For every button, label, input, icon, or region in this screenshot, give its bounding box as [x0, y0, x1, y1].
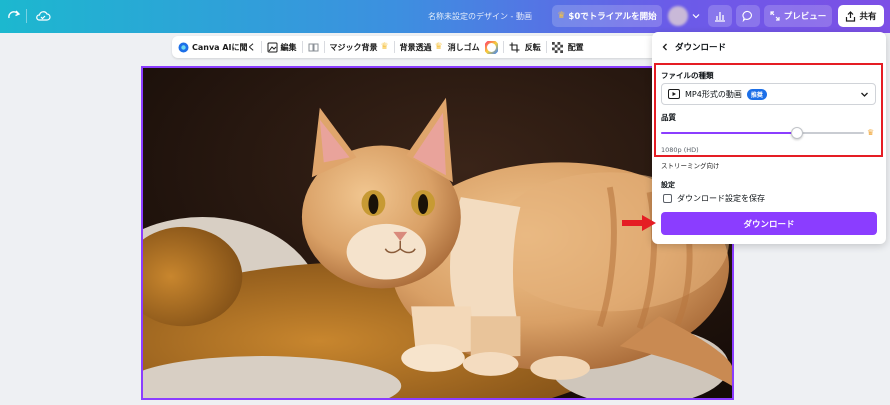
- recommended-badge: 推奨: [746, 88, 767, 100]
- ask-canva-ai-button[interactable]: Canva AIに聞く: [178, 42, 256, 53]
- insights-button[interactable]: [708, 5, 732, 27]
- flip-label: 反転: [524, 42, 541, 52]
- save-settings-checkbox[interactable]: [663, 194, 672, 203]
- download-panel-header[interactable]: ダウンロード: [661, 41, 726, 53]
- divider: [301, 41, 303, 53]
- start-trial-button[interactable]: ♛ $0でトライアルを開始: [552, 5, 662, 27]
- divider: [260, 41, 262, 53]
- fullscreen-icon: [770, 11, 780, 21]
- divider: [502, 41, 504, 53]
- ask-canva-ai-label: Canva AIに聞く: [192, 42, 256, 52]
- comment-button[interactable]: [736, 5, 760, 27]
- divider: [545, 41, 547, 53]
- crown-icon: ♛: [434, 42, 443, 52]
- transparency-button[interactable]: [551, 41, 563, 53]
- save-settings-option[interactable]: ダウンロード設定を保存: [663, 193, 765, 204]
- trial-label: $0でトライアルを開始: [568, 12, 657, 22]
- magic-background-label: マジック背景: [329, 42, 378, 52]
- crown-icon: ♛: [867, 128, 875, 137]
- crown-icon: ♛: [557, 11, 566, 21]
- quality-hint: ストリーミング向け: [661, 162, 720, 170]
- video-file-icon: [668, 89, 680, 99]
- flip-toggle-button[interactable]: [308, 42, 319, 53]
- divider: [393, 41, 395, 53]
- chevron-down-icon: [861, 92, 868, 97]
- file-type-label: ファイルの種類: [661, 71, 714, 80]
- file-type-value: MP4形式の動画: [685, 89, 742, 99]
- cat-photo[interactable]: [143, 68, 732, 400]
- crop-button[interactable]: [509, 42, 520, 53]
- color-wheel-icon: [484, 40, 498, 54]
- file-type-select[interactable]: MP4形式の動画 推奨: [661, 83, 876, 105]
- settings-label: 設定: [661, 181, 675, 189]
- background-remover-label: 背景透過: [399, 42, 432, 52]
- preview-label: プレビュー: [783, 12, 827, 22]
- design-canvas[interactable]: [141, 66, 734, 400]
- quality-label: 品質: [661, 113, 676, 122]
- preview-button[interactable]: プレビュー: [764, 5, 832, 27]
- share-upload-icon: [846, 10, 856, 22]
- edit-image-button[interactable]: 編集: [267, 42, 297, 53]
- share-label: 共有: [859, 12, 877, 22]
- crop-icon: [509, 42, 520, 52]
- quality-slider[interactable]: [661, 127, 864, 139]
- document-title[interactable]: 名称未設定のデザイン - 動画: [428, 11, 532, 22]
- eraser-label: 消しゴム: [447, 42, 480, 52]
- quality-slider-handle[interactable]: [791, 127, 803, 139]
- chevron-down-icon[interactable]: [692, 12, 700, 20]
- crown-icon: ♛: [380, 42, 389, 52]
- back-chevron-icon[interactable]: [661, 43, 669, 51]
- quality-value: 1080p (HD): [661, 146, 699, 154]
- transparency-icon: [551, 41, 563, 53]
- top-bar: 名称未設定のデザイン - 動画 ♛ $0でトライアルを開始 プレビュー 共有: [0, 0, 890, 33]
- color-button[interactable]: [484, 40, 498, 54]
- image-context-toolbar: Canva AIに聞く 編集 マジック背景 ♛ 背景透過 ♛ 消しゴム 反転 配…: [172, 36, 662, 58]
- position-button[interactable]: 配置: [568, 42, 584, 53]
- magic-background-button[interactable]: マジック背景 ♛: [330, 42, 389, 53]
- download-panel-title: ダウンロード: [675, 43, 727, 53]
- flip-button[interactable]: 反転: [525, 42, 541, 53]
- comment-icon: [742, 10, 752, 22]
- share-button[interactable]: 共有: [838, 5, 884, 27]
- edit-label: 編集: [280, 42, 297, 52]
- cloud-saved-icon[interactable]: [35, 8, 51, 24]
- background-remover-button[interactable]: 背景透過 ♛: [400, 42, 443, 53]
- eraser-button[interactable]: 消しゴム: [448, 42, 480, 53]
- position-label: 配置: [567, 42, 584, 52]
- download-button[interactable]: ダウンロード: [661, 212, 877, 235]
- redo-icon[interactable]: [6, 8, 22, 24]
- insights-icon: [715, 12, 725, 22]
- quality-slider-fill: [661, 132, 797, 134]
- canva-ai-icon: [178, 42, 189, 52]
- save-settings-label: ダウンロード設定を保存: [677, 194, 765, 203]
- red-arrow-icon: [622, 215, 656, 231]
- divider: [323, 41, 325, 53]
- edit-image-icon: [267, 42, 278, 52]
- flip-icon: [308, 43, 319, 51]
- avatar[interactable]: [668, 6, 688, 26]
